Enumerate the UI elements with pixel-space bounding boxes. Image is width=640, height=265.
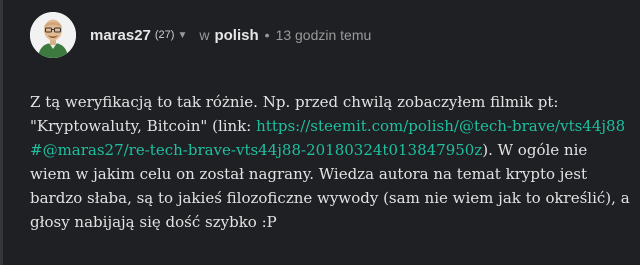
thread-rule (0, 0, 3, 265)
author-link[interactable]: maras27 (90, 27, 151, 44)
in-label: w (199, 27, 210, 43)
community-link[interactable]: polish (214, 27, 258, 44)
comment-meta: maras27 (27) ▼ w polish • 13 godzin temu (90, 12, 371, 58)
comment-header: maras27 (27) ▼ w polish • 13 godzin temu (30, 10, 371, 60)
timestamp-link[interactable]: 13 godzin temu (276, 27, 372, 43)
avatar-icon[interactable] (30, 12, 76, 58)
reputation-score: (27) (154, 29, 175, 41)
meta-separator: • (264, 27, 270, 43)
caret-down-icon[interactable]: ▼ (177, 30, 187, 41)
comment-body: Z tą weryfikacją to tak różnie. Np. prze… (30, 90, 630, 234)
comment-card: maras27 (27) ▼ w polish • 13 godzin temu… (0, 0, 640, 265)
